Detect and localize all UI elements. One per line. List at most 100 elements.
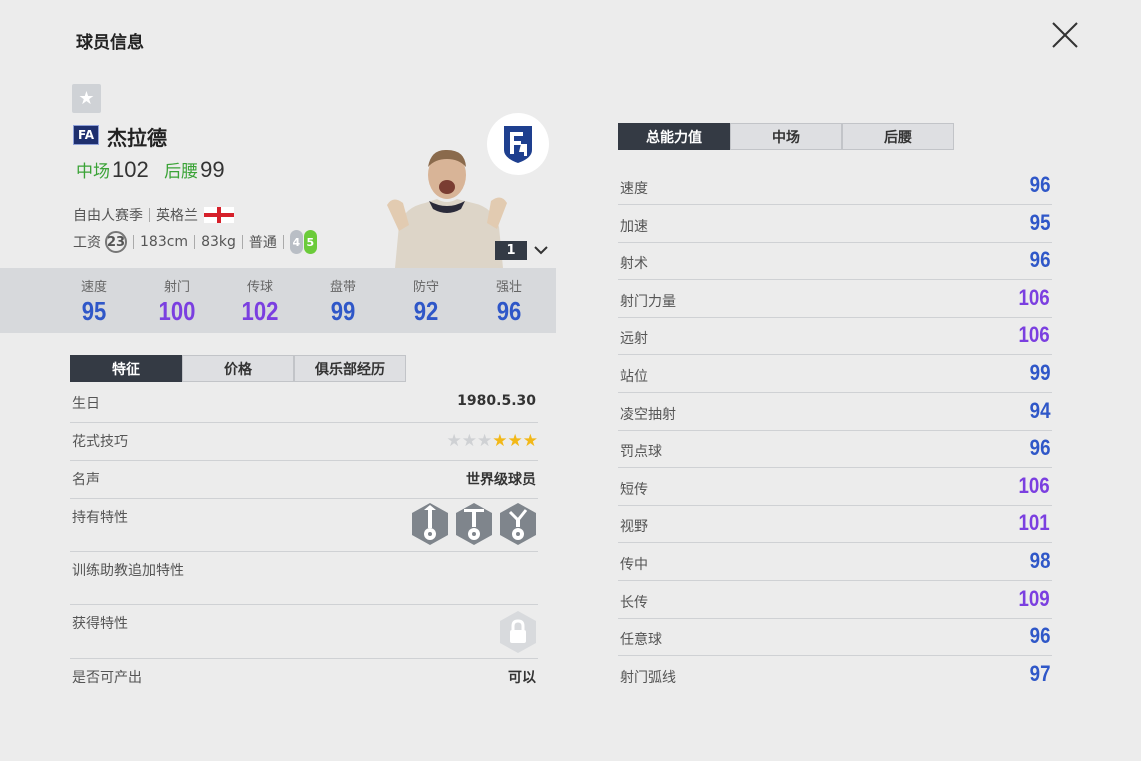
main-stat-value: 96 bbox=[496, 296, 522, 326]
info-label: 持有特性 bbox=[72, 510, 128, 526]
attribute-row: 射术 96 bbox=[618, 242, 1052, 281]
info-label: 生日 bbox=[72, 396, 100, 412]
attribute-label: 传中 bbox=[620, 557, 648, 573]
main-stat-label: 射门 bbox=[163, 280, 190, 295]
attribute-value: 96 bbox=[1029, 623, 1050, 649]
main-stat-label: 传球 bbox=[246, 280, 273, 295]
attribute-row: 传中 98 bbox=[618, 543, 1052, 581]
attribute-label: 射门力量 bbox=[620, 293, 676, 310]
close-icon[interactable] bbox=[1050, 20, 1080, 50]
tab-midfield[interactable]: 中场 bbox=[730, 123, 842, 150]
attribute-row: 站位 99 bbox=[618, 355, 1052, 393]
favorite-star-icon[interactable]: ★ bbox=[72, 84, 101, 113]
tab-overall-attributes[interactable]: 总能力值 bbox=[618, 123, 730, 150]
position-ratings: 中场102 后腰99 bbox=[76, 157, 235, 183]
star-empty-icon: ★ bbox=[446, 431, 462, 451]
weak-foot-icon: 4 bbox=[289, 230, 303, 254]
birthday-value: 1980.5.30 bbox=[457, 393, 536, 409]
divider bbox=[149, 208, 150, 222]
tab-price[interactable]: 价格 bbox=[182, 355, 294, 382]
attribute-row: 加速 95 bbox=[618, 205, 1052, 243]
season-nation-line: 自由人赛季 英格兰 bbox=[73, 205, 234, 225]
attribute-row: 射门弧线 97 bbox=[618, 656, 1052, 693]
skill-stars: ★★★★★★ bbox=[447, 431, 539, 451]
attribute-label: 射术 bbox=[620, 256, 648, 273]
page-title: 球员信息 bbox=[76, 33, 144, 53]
position-1-ovr: 102 bbox=[112, 157, 149, 182]
nation-name: 英格兰 bbox=[156, 208, 198, 224]
tab-traits[interactable]: 特征 bbox=[70, 355, 182, 382]
main-stat-value: 100 bbox=[158, 296, 196, 326]
trait-icons bbox=[410, 502, 538, 546]
main-stat-label: 防守 bbox=[412, 280, 439, 295]
reputation-value: 世界级球员 bbox=[466, 472, 536, 488]
divider bbox=[282, 235, 284, 249]
trait-long-shot-icon[interactable] bbox=[454, 502, 494, 546]
divider bbox=[194, 235, 196, 249]
attribute-label: 短传 bbox=[620, 481, 648, 498]
weight: 83kg bbox=[201, 234, 236, 250]
body-type: 普通 bbox=[248, 235, 277, 251]
info-row-traits: 持有特性 bbox=[70, 498, 538, 552]
star-filled-icon: ★ bbox=[522, 431, 538, 451]
season-badge: FA bbox=[73, 125, 99, 145]
info-row-reputation: 名声 世界级球员 bbox=[70, 460, 538, 499]
tab-club-history[interactable]: 俱乐部经历 bbox=[294, 355, 406, 382]
divider bbox=[241, 235, 243, 249]
attribute-tabs: 总能力值 中场 后腰 bbox=[618, 123, 954, 150]
attribute-value: 106 bbox=[1018, 472, 1050, 498]
info-label: 训练助教追加特性 bbox=[72, 563, 184, 579]
attribute-label: 远射 bbox=[620, 331, 648, 348]
attribute-label: 任意球 bbox=[620, 632, 662, 649]
star-empty-icon: ★ bbox=[477, 431, 493, 451]
position-2-ovr: 99 bbox=[200, 157, 225, 182]
height: 183cm bbox=[140, 234, 189, 250]
main-stat: 传球 102 bbox=[225, 276, 295, 327]
info-row-tradable: 是否可产出 可以 bbox=[70, 658, 538, 696]
main-stat-label: 盘带 bbox=[329, 280, 356, 295]
attribute-label: 视野 bbox=[620, 519, 648, 536]
attribute-value: 101 bbox=[1018, 510, 1050, 536]
star-filled-icon: ★ bbox=[492, 431, 508, 451]
main-stat: 防守 92 bbox=[391, 276, 461, 327]
tab-defensive-mid[interactable]: 后腰 bbox=[842, 123, 954, 150]
attribute-label: 加速 bbox=[620, 218, 648, 235]
attribute-label: 站位 bbox=[620, 369, 648, 385]
attribute-label: 射门弧线 bbox=[620, 669, 676, 686]
info-label: 是否可产出 bbox=[72, 670, 142, 686]
attribute-value: 99 bbox=[1029, 360, 1050, 385]
chevron-down-icon[interactable] bbox=[531, 240, 551, 260]
attribute-value: 96 bbox=[1029, 435, 1050, 461]
attribute-row: 任意球 96 bbox=[618, 618, 1052, 657]
attribute-value: 96 bbox=[1029, 172, 1050, 197]
attribute-value: 96 bbox=[1029, 247, 1050, 273]
strong-foot-icon: 5 bbox=[303, 230, 317, 254]
player-portrait bbox=[387, 149, 507, 268]
attribute-row: 速度 96 bbox=[618, 167, 1052, 205]
main-stat: 强壮 96 bbox=[474, 276, 544, 327]
trait-playmaker-icon[interactable] bbox=[498, 502, 538, 546]
info-row-skill-moves: 花式技巧 ★★★★★★ bbox=[70, 422, 538, 461]
info-row-acquired-traits: 获得特性 bbox=[70, 604, 538, 659]
info-row-birthday: 生日 1980.5.30 bbox=[70, 384, 538, 423]
club-shield-icon bbox=[504, 126, 532, 163]
position-2: 后腰 bbox=[164, 162, 199, 182]
player-name: 杰拉德 bbox=[107, 126, 167, 150]
trait-power-header-icon[interactable] bbox=[410, 502, 450, 546]
info-label: 名声 bbox=[72, 472, 100, 488]
attribute-value: 106 bbox=[1018, 284, 1050, 310]
attribute-row: 罚点球 96 bbox=[618, 430, 1052, 469]
england-flag-icon bbox=[204, 207, 234, 223]
wage-value: 23 bbox=[105, 231, 127, 253]
enhance-level-badge[interactable]: 1 bbox=[495, 241, 527, 260]
main-stat-label: 强壮 bbox=[495, 280, 522, 295]
attribute-row: 射门力量 106 bbox=[618, 280, 1052, 318]
attribute-label: 罚点球 bbox=[620, 444, 662, 461]
attribute-value: 106 bbox=[1018, 322, 1050, 348]
star-empty-icon: ★ bbox=[461, 431, 477, 451]
attribute-row: 长传 109 bbox=[618, 581, 1052, 619]
attribute-value: 97 bbox=[1029, 660, 1050, 686]
attribute-row: 视野 101 bbox=[618, 505, 1052, 544]
info-tabs: 特征 价格 俱乐部经历 bbox=[70, 355, 406, 382]
main-stat-value: 92 bbox=[413, 296, 439, 326]
